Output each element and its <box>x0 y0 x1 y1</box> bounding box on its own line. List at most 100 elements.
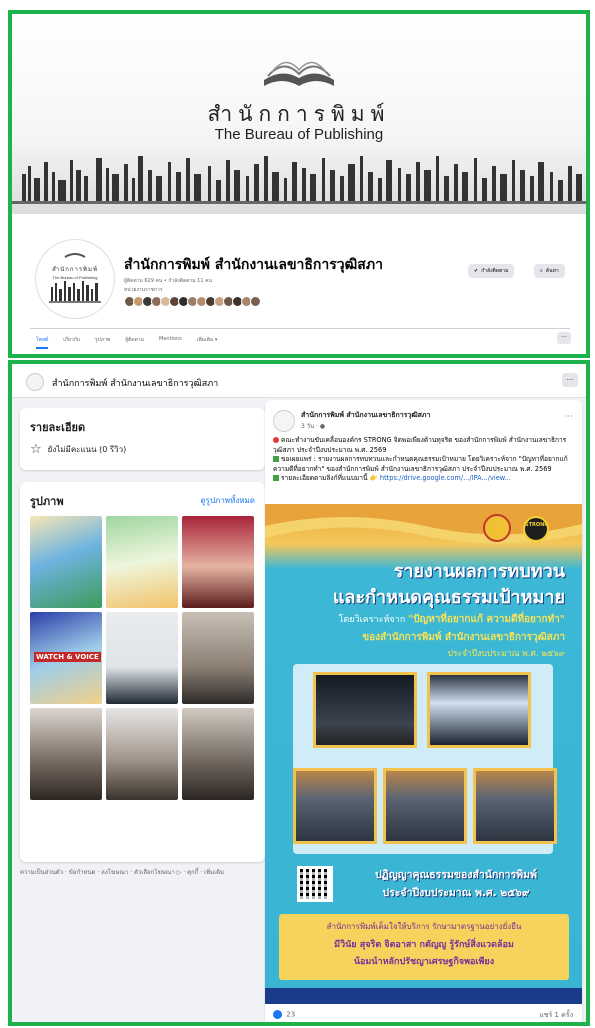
svg-text:The Bureau of Publishing: The Bureau of Publishing <box>53 275 98 280</box>
feed-header: สำนักการพิมพ์ สำนักงานเลขาธิการวุฒิสภา ·… <box>12 364 586 398</box>
drive-link[interactable]: https://drive.google.com/.../IPA.../view… <box>380 474 511 482</box>
post-line: คณะทำงานขับเคลื่อนองค์กร STRONG จิตพอเพี… <box>273 436 573 455</box>
post-timestamp[interactable]: 3 วัน · ● <box>301 421 325 431</box>
profile-more-button[interactable]: ··· <box>557 332 571 344</box>
search-button-label: ค้นหา <box>545 268 559 274</box>
page-name: สำนักการพิมพ์ สำนักงานเลขาธิการวุฒิสภา <box>124 257 383 273</box>
poster-subheading: โดยวิเคราะห์จาก "ปัญหาที่อยากแก้ ความดีท… <box>265 612 565 627</box>
poster-office-line: ของสำนักการพิมพ์ สำนักงานเลขาธิการวุฒิสภ… <box>362 632 565 643</box>
post-line-text: ขอเผยแพร่ : รายงานผลการทบทวนและกำหนดคุณธ… <box>273 455 568 473</box>
post-line-text: รายละเอียดตามลิงก์ที่แนบมานี้ <box>281 474 368 482</box>
left-column: รายละเอียด ☆ ยังไม่มีคะแนน (0 รีวิว) รูป… <box>20 408 265 876</box>
photos-title: รูปภาพ <box>30 495 64 508</box>
strong-logo-icon: STRONG <box>523 516 549 542</box>
photo-thumbnail[interactable] <box>30 708 102 800</box>
rating-text: ยังไม่มีคะแนน (0 รีวิว) <box>47 445 127 454</box>
poster-band-line-2: มีวินัย สุจริต จิตอาสา กตัญญู รู้รักษ์สิ… <box>334 940 514 950</box>
green-square-icon <box>273 475 279 481</box>
feed-header-avatar[interactable] <box>26 373 44 391</box>
search-icon: ⌕ <box>540 268 543 274</box>
post-body: คณะทำงานขับเคลื่อนองค์กร STRONG จิตพอเพี… <box>273 436 573 484</box>
poster-heading-1: รายงานผลการทบทวน <box>393 561 565 582</box>
follow-check-icon: ✔ <box>474 268 479 274</box>
photo-thumbnail[interactable] <box>106 612 178 704</box>
poster-heading-2: และกำหนดคุณธรรมเป้าหมาย <box>332 587 565 608</box>
tab-photos[interactable]: รูปภาพ <box>95 336 110 349</box>
poster-subheading-prefix: โดยวิเคราะห์จาก <box>338 615 406 625</box>
meeting-photo <box>427 672 531 748</box>
poster-motto-1: ปฏิญญาคุณธรรมของสำนักการพิมพ์ <box>375 869 537 881</box>
red-circle-icon <box>273 437 279 443</box>
post-line: รายละเอียดตามลิงก์ที่แนบมานี้ 👉 https://… <box>273 474 573 484</box>
feed-header-name[interactable]: สำนักการพิมพ์ สำนักงานเลขาธิการวุฒิสภา <box>52 376 218 390</box>
meeting-photo <box>383 768 467 844</box>
page-avatar[interactable]: สำนักการพิมพ์ The Bureau of Publishing <box>36 240 114 318</box>
senate-emblem-icon <box>483 514 511 542</box>
meeting-photo <box>293 768 377 844</box>
search-button[interactable]: ⌕ ค้นหา <box>534 264 565 278</box>
poster-motto-2: ประจำปีงบประมาณ พ.ศ. ๒๕๖๙ <box>382 887 530 899</box>
see-all-photos-link[interactable]: ดูรูปภาพทั้งหมด <box>200 494 255 507</box>
poster-fiscal-year: ประจำปีงบประมาณ พ.ศ. ๒๕๖๙ <box>447 649 565 659</box>
details-title: รายละเอียด <box>30 421 86 434</box>
share-count[interactable]: แชร์ 1 ครั้ง <box>539 1010 573 1021</box>
bookshelf-illustration <box>12 156 586 204</box>
profile-screenshot-frame: สำนักการพิมพ์ The Bureau of Publishing ส… <box>8 10 590 358</box>
poster-subheading-highlight: "ปัญหาที่อยากแก้ ความดีที่อยากทำ" <box>408 614 565 625</box>
following-button[interactable]: ✔ กำลังติดตาม <box>468 264 515 278</box>
star-icon: ☆ <box>30 442 42 457</box>
open-book-icon <box>264 61 334 86</box>
post-reactions-bar: 23 แชร์ 1 ครั้ง <box>273 1010 573 1019</box>
poster-band-line-1: สำนักการพิมพ์เต็มใจให้บริการ รักษามาตรฐา… <box>326 922 522 931</box>
follower-avatars[interactable] <box>124 296 261 308</box>
poster-photo-panel <box>293 664 557 854</box>
rating-row: ☆ ยังไม่มีคะแนน (0 รีวิว) <box>30 442 126 457</box>
tab-posts[interactable]: โพสต์ <box>36 336 49 349</box>
page-category: หน่วยงานราชการ <box>124 287 163 293</box>
photo-thumbnail[interactable] <box>182 516 254 608</box>
cover-title-english: The Bureau of Publishing <box>214 126 384 143</box>
photo-thumbnail[interactable] <box>106 708 178 800</box>
footer-links[interactable]: ความเป็นส่วนตัว · ข้อกำหนด · ลงโฆษณา · ต… <box>20 868 270 877</box>
feed-header-more-button[interactable]: ··· <box>562 373 578 387</box>
poster-band-line-3: น้อมนำหลักปรัชญาเศรษฐกิจพอเพียง <box>353 957 495 967</box>
profile-tabs: โพสต์ เกี่ยวกับ รูปภาพ ผู้ติดตาม Mention… <box>36 336 217 349</box>
tab-mentions[interactable]: Mentions <box>159 336 182 349</box>
post-more-icon[interactable]: ··· <box>565 412 573 421</box>
poster-footer-bar <box>265 988 582 1004</box>
meeting-photo <box>313 672 417 748</box>
tab-followers[interactable]: ผู้ติดตาม <box>125 336 144 349</box>
post-author-avatar[interactable] <box>273 410 295 432</box>
tab-more[interactable]: เพิ่มเติม ▾ <box>197 336 218 349</box>
post-author-name[interactable]: สำนักการพิมพ์ สำนักงานเลขาธิการวุฒิสภา <box>301 410 430 421</box>
follower-count[interactable]: ผู้ติดตาม 629 คน • กำลังติดตาม 11 คน <box>124 277 212 285</box>
cover-photo: สำนักการพิมพ์ The Bureau of Publishing <box>12 14 586 214</box>
photo-thumbnail[interactable] <box>106 516 178 608</box>
post-line-text: คณะทำงานขับเคลื่อนองค์กร STRONG จิตพอเพี… <box>273 436 567 454</box>
photo-label: WATCH & VOICE <box>34 652 101 662</box>
details-card: รายละเอียด ☆ ยังไม่มีคะแนน (0 รีวิว) <box>20 408 265 470</box>
following-button-label: กำลังติดตาม <box>481 268 509 274</box>
like-count[interactable]: 23 <box>286 1011 295 1019</box>
qr-code-icon <box>297 866 333 902</box>
photo-grid: WATCH & VOICE <box>30 516 256 800</box>
post-card: สำนักการพิมพ์ สำนักงานเลขาธิการวุฒิสภา 3… <box>265 400 582 1022</box>
photo-thumbnail[interactable] <box>30 516 102 608</box>
like-icon[interactable] <box>273 1010 282 1019</box>
photo-thumbnail[interactable] <box>182 612 254 704</box>
green-square-icon <box>273 456 279 462</box>
pointing-hand-icon: 👉 <box>369 474 378 482</box>
tab-about[interactable]: เกี่ยวกับ <box>63 336 80 349</box>
photos-card: รูปภาพ ดูรูปภาพทั้งหมด WATCH & VOICE <box>20 482 265 862</box>
post-line: ขอเผยแพร่ : รายงานผลการทบทวนและกำหนดคุณธ… <box>273 455 573 474</box>
svg-text:สำนักการพิมพ์: สำนักการพิมพ์ <box>52 265 98 273</box>
photo-thumbnail[interactable]: WATCH & VOICE <box>30 612 102 704</box>
meeting-photo <box>473 768 557 844</box>
profile-header: สำนักการพิมพ์ The Bureau of Publishing ส… <box>12 214 586 354</box>
feed-screenshot-frame: สำนักการพิมพ์ สำนักงานเลขาธิการวุฒิสภา ·… <box>8 360 590 1026</box>
divider <box>30 328 570 329</box>
post-image-poster[interactable]: STRONG รายงานผลการทบทวน และกำหนดคุณธรรมเ… <box>265 504 582 1004</box>
poster-values-band: สำนักการพิมพ์เต็มใจให้บริการ รักษามาตรฐา… <box>279 914 569 980</box>
bureau-logo-icon: สำนักการพิมพ์ The Bureau of Publishing <box>49 253 101 303</box>
photo-thumbnail[interactable] <box>182 708 254 800</box>
